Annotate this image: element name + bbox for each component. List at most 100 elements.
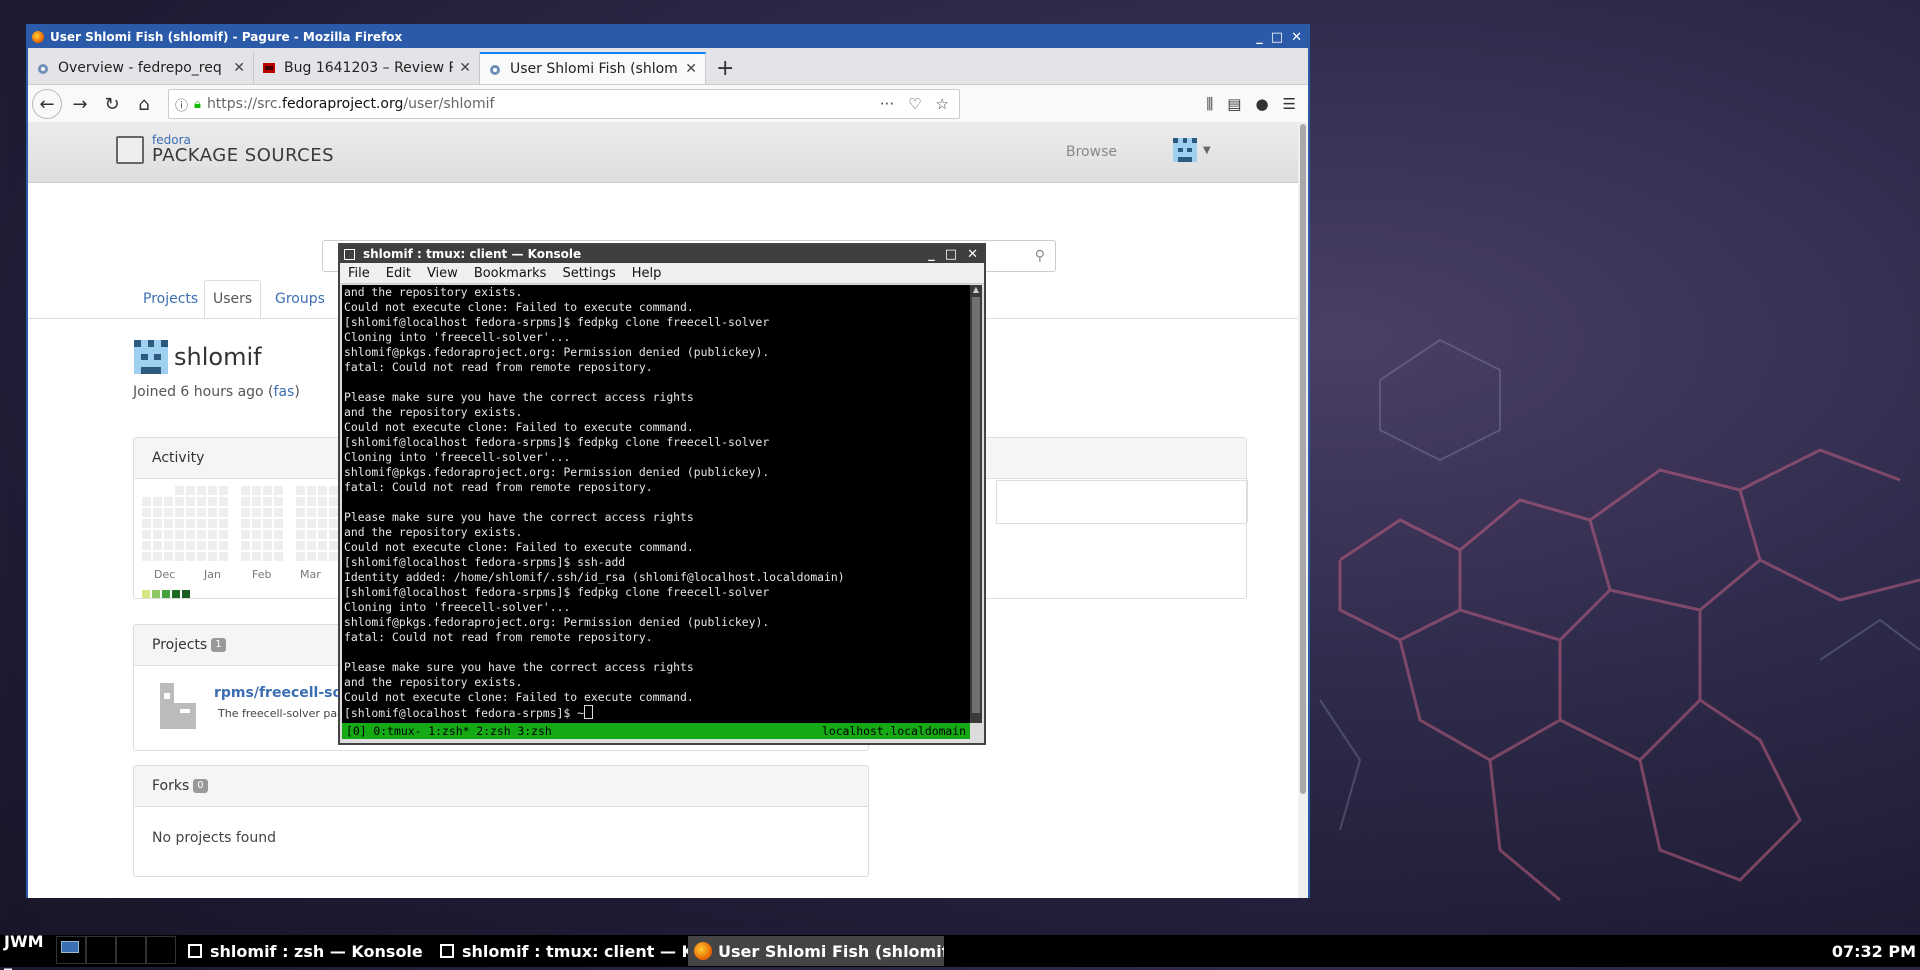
heatmap-cell [153, 519, 162, 528]
heatmap-cell [274, 508, 283, 517]
terminal-line: Could not execute clone: Failed to execu… [344, 690, 694, 704]
info-icon[interactable]: ⓘ [175, 95, 188, 114]
url-bar[interactable]: ⓘ 🔒︎ https://src. fedoraproject.org/user/… [168, 89, 960, 119]
heatmap-cell [274, 519, 283, 528]
extension-icon[interactable]: ● [1255, 95, 1268, 113]
heatmap-cell [219, 486, 228, 495]
fas-link[interactable]: fas [274, 384, 295, 400]
back-button[interactable]: ← [32, 89, 62, 119]
browse-link[interactable]: Browse [1066, 144, 1117, 160]
tab-users[interactable]: Users [204, 280, 262, 318]
menu-bookmarks[interactable]: Bookmarks [466, 266, 555, 281]
tab-close-icon[interactable]: ✕ [459, 60, 471, 76]
tab-close-icon[interactable]: ✕ [233, 60, 245, 76]
forward-button[interactable]: → [66, 90, 94, 118]
bookmark-star-icon[interactable]: ☆ [936, 95, 949, 113]
heatmap-cell [296, 497, 305, 506]
menu-settings[interactable]: Settings [554, 266, 623, 281]
konsole-window[interactable]: shlomif : tmux: client — Konsole _ □ ✕ F… [338, 243, 986, 745]
maximize-icon[interactable]: □ [1271, 30, 1283, 45]
firefox-titlebar[interactable]: User Shlomi Fish (shlomif) - Pagure - Mo… [28, 26, 1308, 48]
taskbar: JWM _ shlomif : zsh — Konsole shlomif : … [0, 932, 1920, 970]
menu-file[interactable]: File [340, 266, 378, 281]
window-menu-icon[interactable] [344, 248, 355, 260]
workspace-2[interactable] [86, 936, 116, 964]
pocket-icon[interactable]: ♡ [908, 95, 921, 113]
jwm-menu-button[interactable]: JWM _ [0, 932, 56, 970]
heatmap-cell [241, 541, 250, 550]
tab-user-shlomif[interactable]: User Shlomi Fish (shlomi ✕ [480, 52, 706, 84]
page-actions-icon[interactable]: ··· [880, 95, 894, 113]
heatmap-cell [230, 519, 239, 528]
tab-overview[interactable]: Overview - fedrepo_req - ✕ [28, 52, 254, 84]
terminal-scrollbar-thumb[interactable] [972, 297, 980, 713]
minimize-icon[interactable]: _ [928, 247, 935, 262]
pagure-favicon-icon [38, 64, 48, 74]
tab-groups[interactable]: Groups [267, 280, 333, 318]
heatmap-cell [197, 552, 206, 561]
tab-projects[interactable]: Projects [135, 280, 206, 318]
heatmap-cell [219, 541, 228, 550]
heatmap-cell [296, 530, 305, 539]
heatmap-cell [186, 519, 195, 528]
heatmap-cell [307, 530, 316, 539]
search-icon[interactable]: ⚲ [1035, 248, 1045, 264]
home-button[interactable]: ⌂ [130, 90, 158, 118]
heatmap-cell [230, 552, 239, 561]
scroll-up-icon[interactable]: ▲ [970, 285, 982, 294]
tab-label: Overview - fedrepo_req - [58, 60, 228, 76]
heatmap-cell [153, 486, 162, 495]
user-menu[interactable]: ▼ [1173, 138, 1211, 162]
scrollbar-thumb[interactable] [1300, 124, 1306, 794]
tab-close-icon[interactable]: ✕ [685, 61, 697, 77]
heatmap-cell [274, 497, 283, 506]
heatmap-cell [230, 497, 239, 506]
menu-edit[interactable]: Edit [378, 266, 419, 281]
heatmap-cell [175, 519, 184, 528]
task-firefox[interactable]: User Shlomi Fish (shlomif) - P [688, 936, 944, 966]
legend-swatch [142, 590, 150, 598]
workspace-1[interactable] [56, 936, 86, 964]
fedora-package-sources-logo[interactable]: fedora PACKAGE SOURCES [116, 134, 334, 166]
site-header: fedora PACKAGE SOURCES Browse ▼ [28, 122, 1298, 183]
tab-bugzilla[interactable]: Bug 1641203 – Review Re ✕ [254, 52, 480, 84]
close-icon[interactable]: ✕ [967, 247, 978, 262]
heatmap-cell [230, 530, 239, 539]
konsole-titlebar[interactable]: shlomif : tmux: client — Konsole _ □ ✕ [340, 245, 984, 263]
heatmap-cell [142, 497, 151, 506]
minimize-icon[interactable]: _ [1256, 30, 1263, 45]
heatmap-cell [252, 519, 261, 528]
konsole-icon [440, 944, 454, 958]
task-zsh-konsole[interactable]: shlomif : zsh — Konsole [182, 936, 434, 966]
heatmap-cell [219, 508, 228, 517]
url-host: fedoraproject.org [282, 96, 404, 112]
hamburger-menu-icon[interactable]: ☰ [1283, 95, 1296, 113]
heatmap-cell [252, 497, 261, 506]
new-tab-button[interactable]: + [706, 52, 744, 84]
library-icon[interactable]: ⫼ [1206, 95, 1213, 113]
workspace-4[interactable] [146, 936, 176, 964]
terminal-output[interactable]: and the repository exists. Could not exec… [342, 285, 970, 723]
heatmap-cell [175, 530, 184, 539]
menu-help[interactable]: Help [624, 266, 670, 281]
tmux-windows: [0] 0:tmux- 1:zsh* 2:zsh 3:zsh [346, 724, 552, 738]
page-scrollbar[interactable] [1298, 122, 1308, 898]
heatmap-cell [296, 519, 305, 528]
heatmap-cell [318, 508, 327, 517]
avatar [1173, 138, 1197, 162]
terminal-scrollbar[interactable]: ▲ [970, 285, 982, 723]
sidebar-icon[interactable]: ▤ [1227, 95, 1241, 113]
heatmap-cell [318, 486, 327, 495]
workspace-3[interactable] [116, 936, 146, 964]
menu-view[interactable]: View [419, 266, 466, 281]
maximize-icon[interactable]: □ [945, 247, 957, 262]
heatmap-cell [252, 552, 261, 561]
reload-button[interactable]: ↻ [98, 90, 126, 118]
heatmap-cell [263, 541, 272, 550]
task-tmux-konsole[interactable]: shlomif : tmux: client — Konsole [434, 936, 688, 966]
close-icon[interactable]: ✕ [1291, 30, 1302, 45]
heatmap-cell [329, 530, 338, 539]
heatmap-cell [175, 497, 184, 506]
tab-label: User Shlomi Fish (shlomi [510, 61, 680, 77]
heatmap-cell [208, 508, 217, 517]
